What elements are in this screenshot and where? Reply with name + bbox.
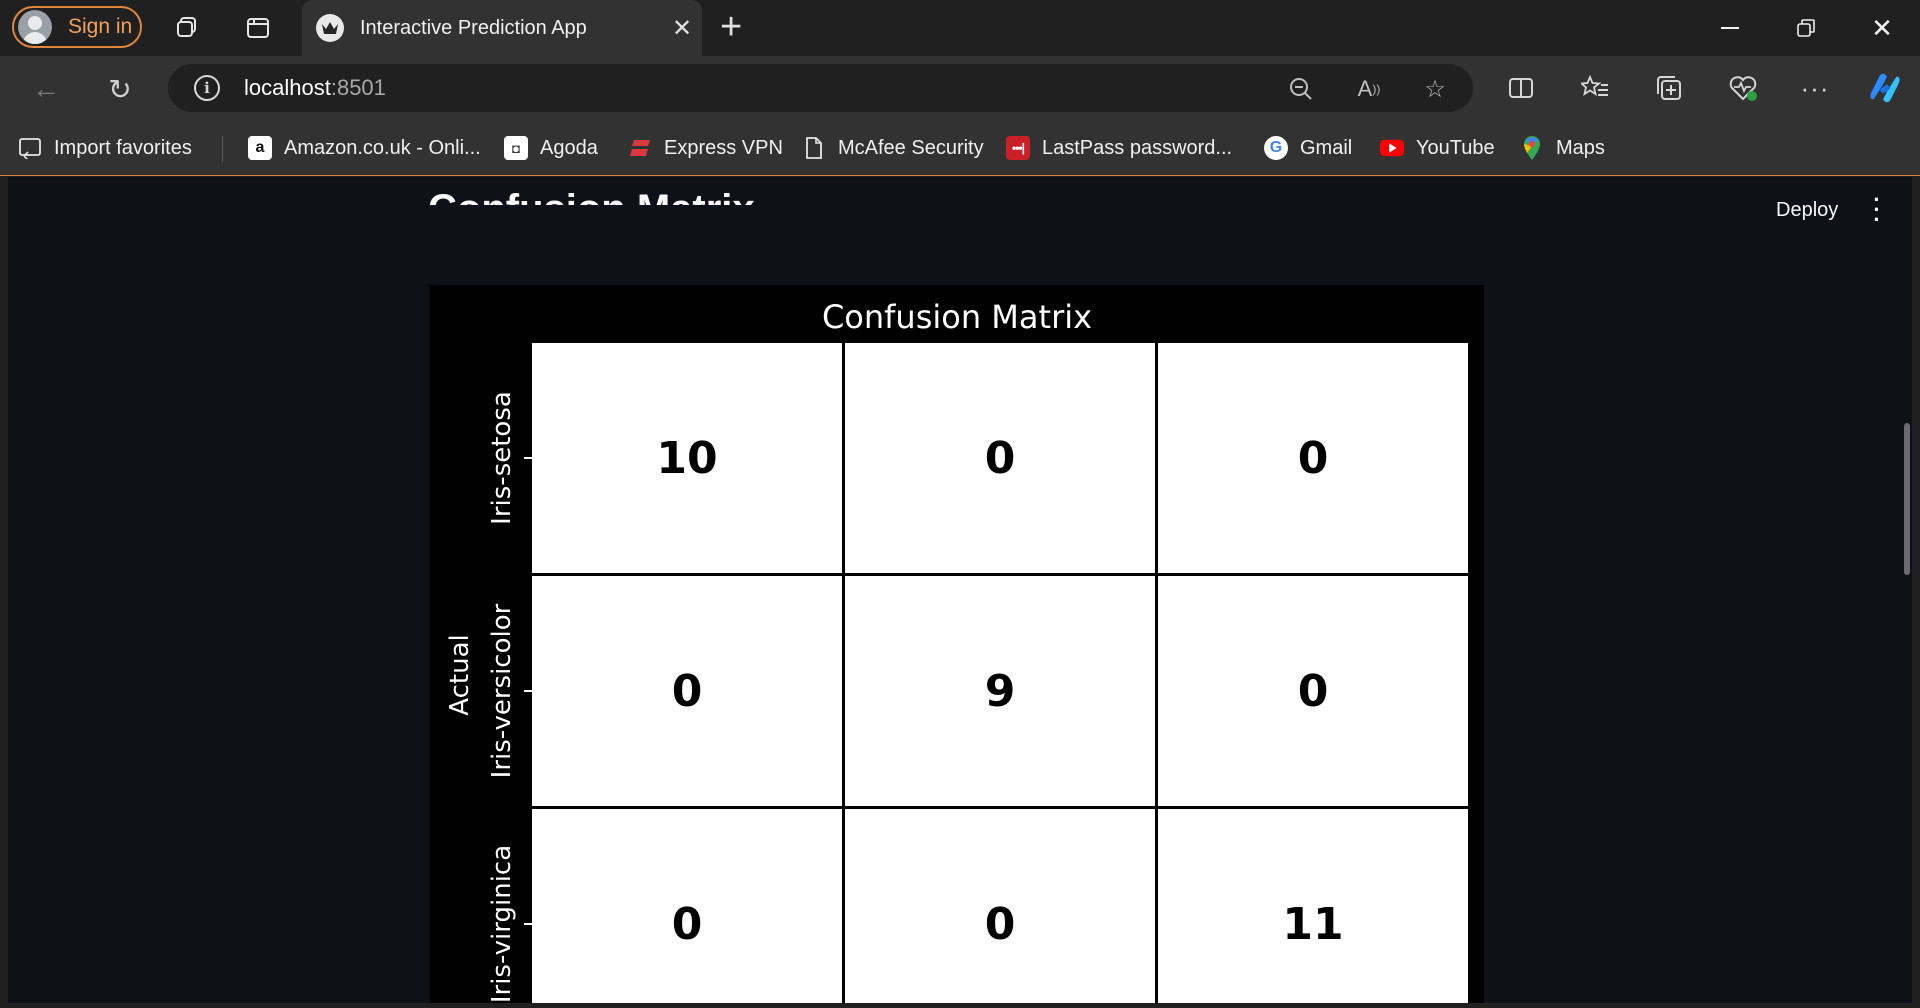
amazon-icon: a [248,136,272,160]
chart-title: Confusion Matrix [821,298,1093,336]
sign-in-button[interactable]: Sign in [12,6,142,48]
zoom-out-icon[interactable] [1286,74,1316,104]
scrollbar-thumb[interactable] [1904,423,1910,575]
refresh-icon[interactable]: ↻ [100,69,140,109]
favorite-label: YouTube [1416,136,1495,159]
expressvpn-icon [628,136,652,160]
sign-in-label: Sign in [68,15,133,38]
lastpass-icon: •••| [1006,136,1030,160]
workspaces-icon[interactable] [172,13,202,43]
tab-actions-icon[interactable] [243,13,273,43]
site-info-icon[interactable]: i [194,75,220,101]
y-tick [524,923,533,925]
restore-icon[interactable] [1776,8,1836,48]
favorite-label: Agoda [540,136,598,159]
maps-icon [1520,136,1544,160]
vertical-scrollbar[interactable] [1902,177,1912,1003]
favorite-label: Import favorites [54,136,192,159]
browser-essentials-icon[interactable] [1724,69,1762,107]
matrix-cell: 11 [1158,809,1468,1003]
page-icon [802,136,826,160]
favorites-list-icon[interactable] [1576,69,1614,107]
favorite-star-icon[interactable]: ☆ [1420,74,1450,104]
favorite-label: McAfee Security [838,136,984,159]
tab-title: Interactive Prediction App [360,16,587,39]
favorite-maps[interactable]: Maps [1520,132,1605,164]
youtube-icon [1380,136,1404,160]
y-tick [524,690,533,692]
tab-bar: Sign in Interactive Prediction App ✕ + ✕ [0,0,1920,56]
row-label-text: Iris-virginica [487,844,517,1003]
streamlit-page: Deploy · · · Confusion Matrix Confusion Ma… [8,177,1912,1003]
google-icon: G [1264,136,1288,160]
favorite-lastpass[interactable]: •••| LastPass password... [1006,132,1232,164]
split-screen-icon[interactable] [1502,69,1540,107]
read-aloud-icon[interactable]: A)) [1354,74,1384,104]
matrix-cell: 0 [1158,576,1468,806]
favorite-label: Amazon.co.uk - Onli... [284,136,481,159]
navigation-bar: ← ↻ i localhost:8501 A)) ☆ ··· [0,56,1920,120]
matrix-cell: 0 [1158,343,1468,573]
close-tab-icon[interactable]: ✕ [662,14,702,43]
collections-icon[interactable] [1650,69,1688,107]
tab-interactive-prediction-app[interactable]: Interactive Prediction App ✕ [302,0,702,56]
favorite-amazon[interactable]: a Amazon.co.uk - Onli... [248,132,481,164]
favorite-gmail[interactable]: G Gmail [1264,132,1352,164]
favorite-label: LastPass password... [1042,136,1233,159]
matrix-cell: 0 [845,809,1155,1003]
matrix-cell: 0 [532,809,842,1003]
back-icon[interactable]: ← [26,69,66,109]
favorite-youtube[interactable]: YouTube [1380,132,1495,164]
import-favorites-icon [18,136,42,160]
streamlit-crown-icon [316,14,344,42]
favorite-import-favorites[interactable]: Import favorites [18,132,192,164]
favorite-label: Maps [1556,136,1605,159]
avatar [18,10,52,44]
minimize-icon[interactable] [1700,8,1760,48]
url-text[interactable]: localhost:8501 [244,75,386,101]
row-label-text: Iris-setosa [487,391,517,525]
agoda-icon: ◘ [504,136,528,160]
close-window-icon[interactable]: ✕ [1852,8,1912,48]
matrix-cell: 0 [532,576,842,806]
matrix-cell: 0 [845,343,1155,573]
section-heading: Confusion Matrix [428,187,755,231]
deploy-button[interactable]: Deploy [1776,199,1838,222]
favorites-separator [222,136,223,162]
copilot-icon[interactable] [1866,69,1904,107]
confusion-matrix-figure: Confusion Matrix Actual 10 0 0 0 9 0 0 0 11 Iris… [430,285,1484,1003]
favorite-mcafee-security[interactable]: McAfee Security [802,132,984,164]
favorites-bar: Import favorites a Amazon.co.uk - Onli..… [0,120,1920,176]
favorite-label: Gmail [1300,136,1353,159]
matrix-cell: 9 [845,576,1155,806]
favorite-label: Express VPN [664,136,783,159]
row-label-text: Iris-versicolor [487,603,517,779]
matrix-grid: 10 0 0 0 9 0 0 0 11 [532,343,1468,1003]
favorite-agoda[interactable]: ◘ Agoda [504,132,598,164]
y-axis-label: Actual [445,634,475,716]
new-tab-icon[interactable]: + [720,6,742,49]
matrix-cell: 10 [532,343,842,573]
main-menu-icon[interactable]: · · · [1872,189,1882,231]
address-bar[interactable]: i localhost:8501 A)) ☆ [168,64,1473,112]
favorite-express-vpn[interactable]: Express VPN [628,132,783,164]
more-options-icon[interactable]: ··· [1796,69,1834,107]
y-tick [524,457,533,459]
